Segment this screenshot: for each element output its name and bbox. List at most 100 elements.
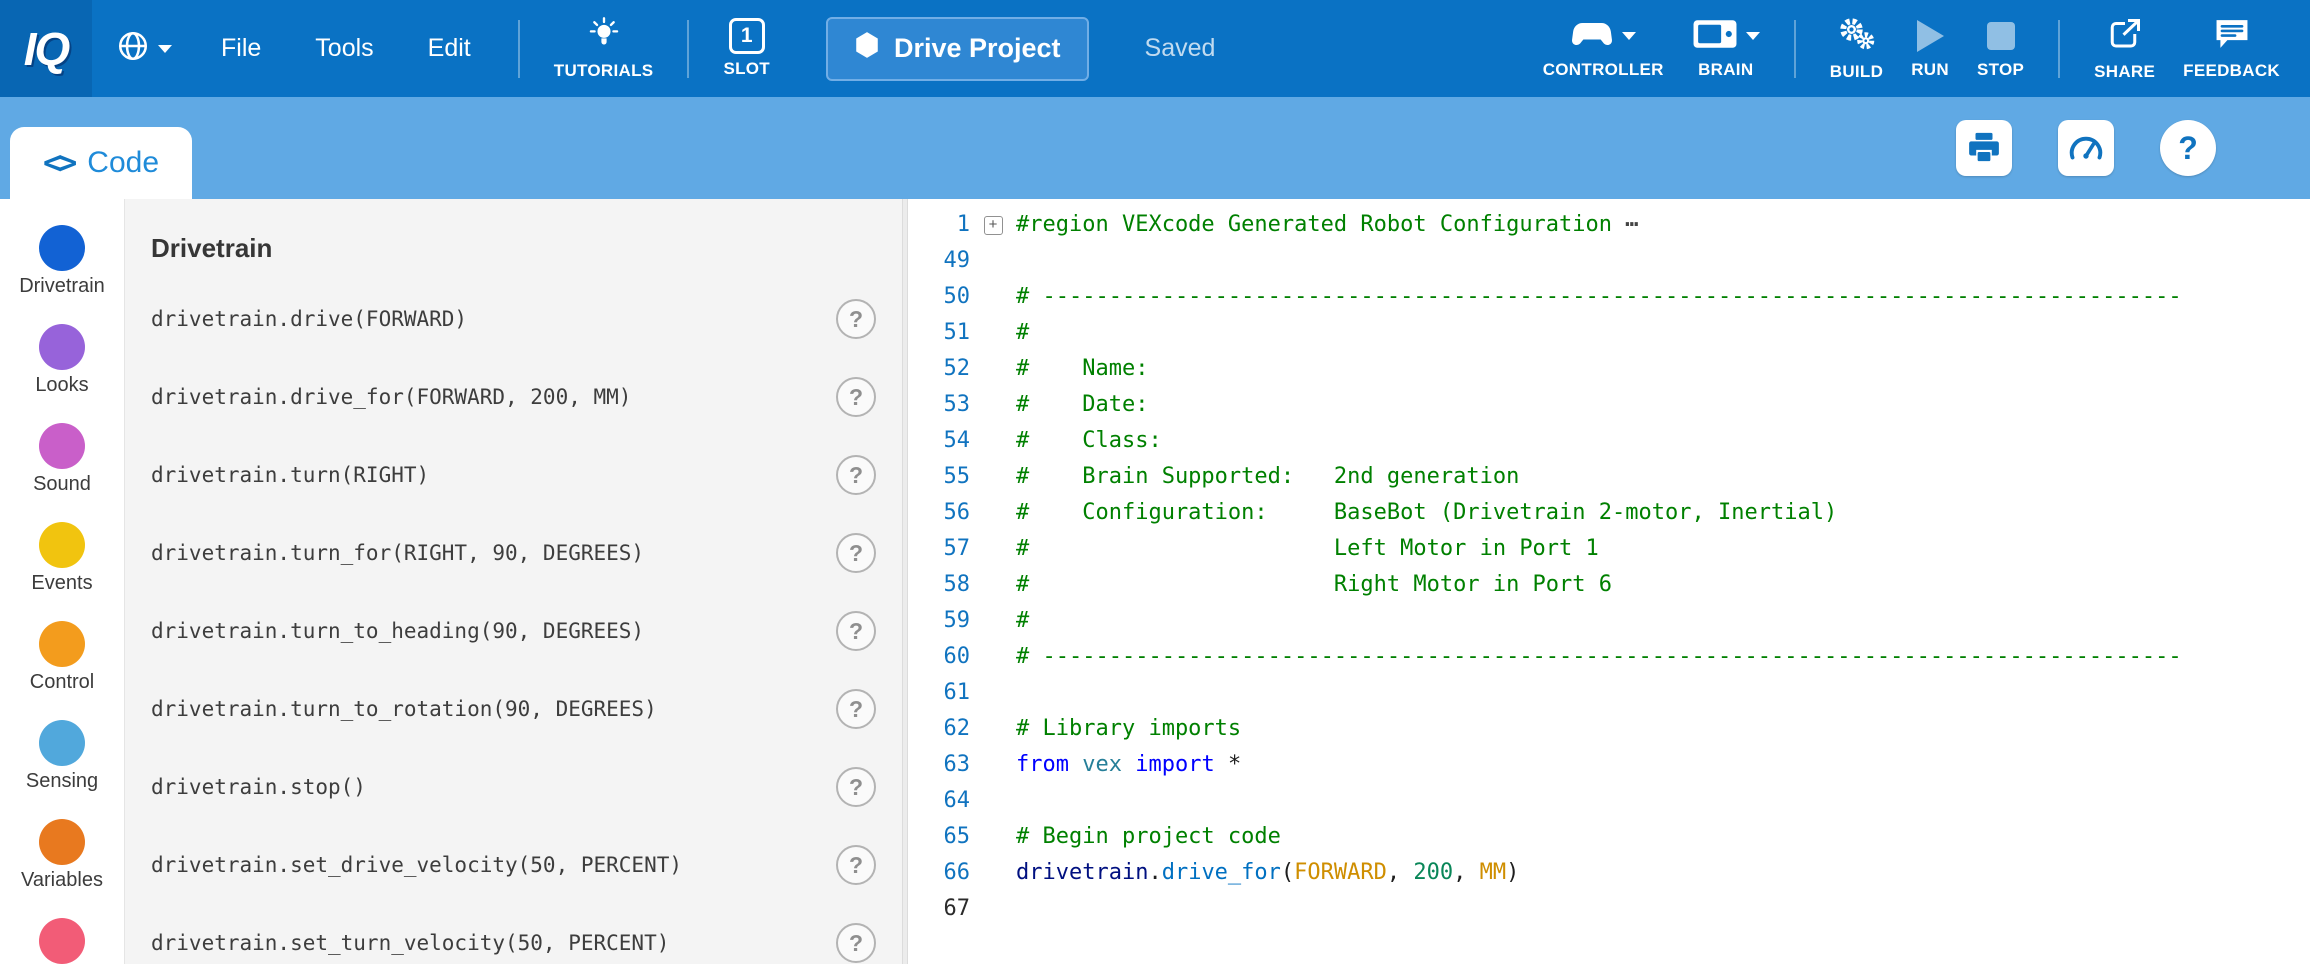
category-color-icon[interactable] [39,621,85,667]
code-line[interactable]: 1 + #region VEXcode Generated Robot Conf… [908,207,2310,243]
vex-iq-logo: IQ [24,22,69,76]
category-color-icon[interactable] [39,819,85,865]
app-logo: IQ [0,0,92,97]
brain-button[interactable]: BRAIN [1678,17,1774,80]
code-line[interactable]: 65 # Begin project code [908,819,2310,855]
command-item[interactable]: drivetrain.stop() ? [125,748,902,826]
code-line[interactable]: 63 from vex import * [908,747,2310,783]
divider [1794,20,1796,78]
help-button[interactable]: ? [2160,120,2216,176]
fold-toggle-icon[interactable]: + [984,216,1003,235]
code-line[interactable]: 54 # Class: [908,423,2310,459]
tab-code[interactable]: <> Code [10,127,192,199]
run-label: RUN [1911,60,1949,80]
command-help-button[interactable]: ? [836,299,876,339]
code-line[interactable]: 57 # Left Motor in Port 1 [908,531,2310,567]
code-text: drivetrain.drive_for(FORWARD, 200, MM) [1016,855,1519,891]
menu-edit[interactable]: Edit [401,34,498,63]
command-item[interactable]: drivetrain.set_turn_velocity(50, PERCENT… [125,904,902,964]
command-item[interactable]: drivetrain.drive_for(FORWARD, 200, MM) ? [125,358,902,436]
code-line[interactable]: 49 [908,243,2310,279]
code-line[interactable]: 56 # Configuration: BaseBot (Drivetrain … [908,495,2310,531]
command-help-button[interactable]: ? [836,377,876,417]
category-color-icon[interactable] [39,522,85,568]
menu-file[interactable]: File [194,34,288,63]
share-button[interactable]: SHARE [2080,16,2169,82]
category-label: Variables [21,869,103,892]
command-item[interactable]: drivetrain.drive(FORWARD) ? [125,280,902,358]
line-number: 52 [908,351,970,387]
command-item[interactable]: drivetrain.turn_to_heading(90, DEGREES) … [125,592,902,670]
category-color-icon[interactable] [39,324,85,370]
play-icon [1917,20,1944,52]
menu-list: File Tools Edit [194,34,498,63]
sidebar-category[interactable] [0,918,124,964]
code-line[interactable]: 66 drivetrain.drive_for(FORWARD, 200, MM… [908,855,2310,891]
command-help-button[interactable]: ? [836,767,876,807]
command-help-button[interactable]: ? [836,533,876,573]
command-item[interactable]: drivetrain.turn(RIGHT) ? [125,436,902,514]
command-text: drivetrain.turn(RIGHT) [151,463,429,487]
command-help-button[interactable]: ? [836,845,876,885]
code-text: # [1016,603,1029,639]
sidebar-item-drivetrain[interactable]: Drivetrain [0,225,124,298]
command-help-button[interactable]: ? [836,455,876,495]
code-line[interactable]: 60 # -----------------------------------… [908,639,2310,675]
command-text: drivetrain.drive_for(FORWARD, 200, MM) [151,385,631,409]
tab-actions: ? [1956,120,2216,176]
command-text: drivetrain.set_turn_velocity(50, PERCENT… [151,931,669,955]
code-line[interactable]: 55 # Brain Supported: 2nd generation [908,459,2310,495]
code-line[interactable]: 51 # [908,315,2310,351]
command-item[interactable]: drivetrain.set_drive_velocity(50, PERCEN… [125,826,902,904]
sidebar-item-looks[interactable]: Looks [0,324,124,397]
code-line[interactable]: 64 [908,783,2310,819]
category-color-icon[interactable] [39,225,85,271]
command-item[interactable]: drivetrain.turn_to_rotation(90, DEGREES)… [125,670,902,748]
tutorials-button[interactable]: TUTORIALS [540,17,668,81]
code-line[interactable]: 52 # Name: [908,351,2310,387]
feedback-button[interactable]: FEEDBACK [2169,17,2294,81]
line-number: 49 [908,243,970,279]
feedback-label: FEEDBACK [2183,61,2280,81]
code-line[interactable]: 67 [908,891,2310,927]
code-line[interactable]: 58 # Right Motor in Port 6 [908,567,2310,603]
code-text: # Configuration: BaseBot (Drivetrain 2-m… [1016,495,1837,531]
device-dashboard-button[interactable] [2058,120,2114,176]
print-button[interactable] [1956,120,2012,176]
sidebar-item-variables[interactable]: Variables [0,819,124,892]
category-color-icon[interactable] [39,918,85,964]
code-line[interactable]: 62 # Library imports [908,711,2310,747]
sidebar-item-control[interactable]: Control [0,621,124,694]
project-name-button[interactable]: Drive Project [826,17,1089,81]
fold-gutter [970,351,1016,387]
slot-selector[interactable]: 1 SLOT [709,18,784,79]
controller-button[interactable]: CONTROLLER [1529,17,1678,80]
code-line[interactable]: 50 # -----------------------------------… [908,279,2310,315]
category-color-icon[interactable] [39,423,85,469]
category-color-icon[interactable] [39,720,85,766]
tutorials-label: TUTORIALS [554,61,654,81]
sidebar-item-sensing[interactable]: Sensing [0,720,124,793]
build-label: BUILD [1830,62,1883,82]
menu-tools[interactable]: Tools [288,34,400,63]
code-line[interactable]: 61 [908,675,2310,711]
fold-gutter [970,315,1016,351]
chevron-down-icon [158,45,172,53]
feedback-icon [2213,17,2251,56]
stop-button[interactable]: STOP [1963,17,2038,80]
command-help-button[interactable]: ? [836,923,876,963]
build-button[interactable]: BUILD [1816,16,1897,82]
code-line[interactable]: 53 # Date: [908,387,2310,423]
command-list: drivetrain.drive(FORWARD) ? drivetrain.d… [125,280,902,964]
slot-label: SLOT [723,59,770,79]
command-item[interactable]: drivetrain.turn_for(RIGHT, 90, DEGREES) … [125,514,902,592]
sidebar-item-sound[interactable]: Sound [0,423,124,496]
code-line[interactable]: 59 # [908,603,2310,639]
language-selector[interactable] [116,29,172,68]
code-editor[interactable]: 1 + #region VEXcode Generated Robot Conf… [908,199,2310,964]
sidebar-item-events[interactable]: Events [0,522,124,595]
command-help-button[interactable]: ? [836,611,876,651]
code-text: # Right Motor in Port 6 [1016,567,1612,603]
command-help-button[interactable]: ? [836,689,876,729]
run-button[interactable]: RUN [1897,17,1963,80]
